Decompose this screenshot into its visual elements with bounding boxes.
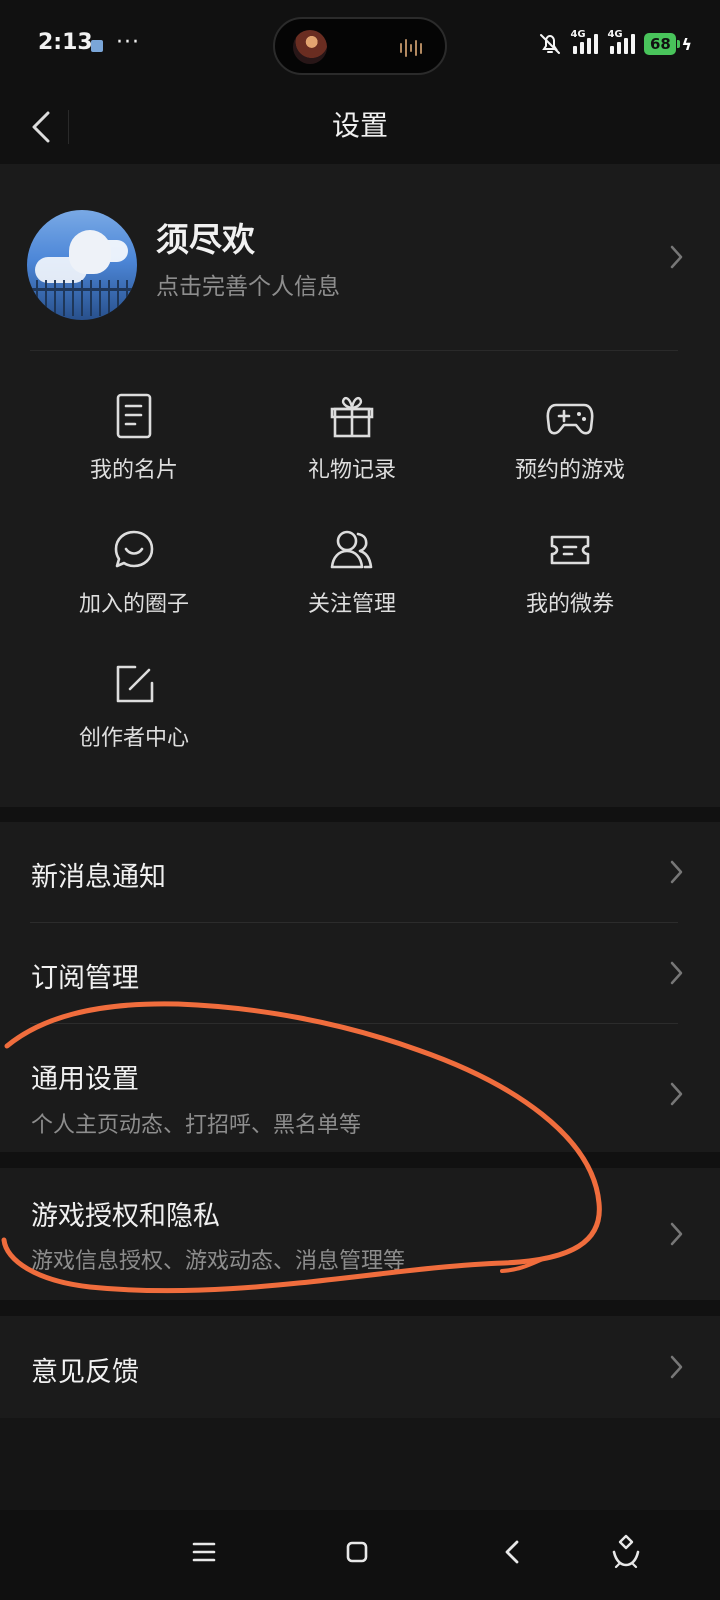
row-title: 意见反馈 <box>31 1357 139 1388</box>
row-subtitle: 个人主页动态、打招呼、黑名单等 <box>31 1113 362 1138</box>
shortcut-my-card[interactable]: 我的名片 <box>34 390 234 500</box>
feedback-panel: 意见反馈 <box>0 1316 720 1418</box>
row-title: 订阅管理 <box>31 963 139 994</box>
chevron-right-icon <box>670 860 683 884</box>
shortcut-grid: 我的名片 礼物记录 预约的游戏 加入的圈子 关注管理 我的微券 创作者中心 <box>28 390 692 770</box>
edit-square-icon <box>116 665 154 703</box>
general-settings-row[interactable]: 通用设置 个人主页动态、打招呼、黑名单等 <box>0 1024 720 1152</box>
chevron-right-icon <box>670 1082 683 1106</box>
chevron-right-icon <box>670 1222 683 1246</box>
row-subtitle: 游戏信息授权、游戏动态、消息管理等 <box>31 1249 406 1274</box>
battery-icon: 68 <box>644 33 681 55</box>
settings-panel: 新消息通知 订阅管理 通用设置 个人主页动态、打招呼、黑名单等 <box>0 822 720 1152</box>
subscription-management-row[interactable]: 订阅管理 <box>0 923 720 1023</box>
navigation-back-button[interactable] <box>489 1528 537 1576</box>
shortcut-gift-records[interactable]: 礼物记录 <box>252 390 452 500</box>
assistant-icon[interactable] <box>602 1528 650 1576</box>
ticket-icon <box>550 535 590 565</box>
menu-icon[interactable] <box>180 1528 228 1576</box>
signal-icon: 4G <box>607 29 637 56</box>
assistant-button[interactable] <box>602 1528 650 1576</box>
profile-panel: 须尽欢 点击完善个人信息 我的名片 礼物记录 预约的游戏 加入的圈子 关注管理 … <box>0 164 720 807</box>
shortcut-label: 礼物记录 <box>307 458 396 483</box>
avatar[interactable] <box>27 210 137 320</box>
status-time: 2:13 <box>38 30 93 55</box>
page-title: 设置 <box>331 109 388 142</box>
gamepad-icon <box>546 403 594 435</box>
more-notifications-icon: ··· <box>116 30 140 55</box>
row-title: 新消息通知 <box>31 862 166 893</box>
game-authorization-privacy-row[interactable]: 游戏授权和隐私 游戏信息授权、游戏动态、消息管理等 <box>0 1168 720 1300</box>
charging-icon: ϟ <box>681 34 692 54</box>
chevron-right-icon <box>670 961 683 985</box>
profile-subtitle: 点击完善个人信息 <box>156 274 340 300</box>
silent-bell-icon <box>537 32 563 56</box>
shortcut-label: 我的微券 <box>525 592 614 617</box>
row-title: 游戏授权和隐私 <box>31 1201 220 1232</box>
back-icon[interactable] <box>489 1528 537 1576</box>
chevron-right-icon <box>670 1355 683 1379</box>
shortcut-label: 预约的游戏 <box>514 458 625 483</box>
profile-row[interactable]: 须尽欢 点击完善个人信息 <box>0 164 720 349</box>
network-label-2: 4G <box>607 29 623 40</box>
menu-button[interactable] <box>180 1528 228 1576</box>
chat-bubble-icon <box>114 530 154 568</box>
now-playing-cover[interactable] <box>293 30 327 64</box>
shortcut-follow-management[interactable]: 关注管理 <box>252 524 452 634</box>
signal-icon: 4G <box>570 29 600 56</box>
new-message-notification-row[interactable]: 新消息通知 <box>0 822 720 922</box>
status-icons: 4G 4G 68 ϟ <box>537 29 692 59</box>
card-document-icon <box>116 393 152 439</box>
shortcut-joined-circles[interactable]: 加入的圈子 <box>34 524 234 634</box>
shortcut-label: 创作者中心 <box>78 726 189 751</box>
status-bar: 2:13 ··· 4G 4G 68 ϟ <box>0 0 720 92</box>
bottom-background <box>0 1418 720 1510</box>
page-header: 设置 <box>0 92 720 164</box>
profile-name: 须尽欢 <box>156 220 255 259</box>
users-icon <box>330 530 373 569</box>
network-label-1: 4G <box>570 29 586 40</box>
audio-wave-icon <box>400 38 428 58</box>
gift-icon <box>330 396 374 438</box>
app-notification-icon <box>91 40 103 52</box>
dynamic-island[interactable] <box>273 17 447 75</box>
chevron-right-icon <box>670 245 683 269</box>
shortcut-label: 我的名片 <box>89 458 178 483</box>
feedback-row[interactable]: 意见反馈 <box>0 1316 720 1418</box>
shortcut-reserved-games[interactable]: 预约的游戏 <box>470 390 670 500</box>
privacy-panel: 游戏授权和隐私 游戏信息授权、游戏动态、消息管理等 <box>0 1168 720 1300</box>
shortcut-label: 关注管理 <box>307 592 396 617</box>
shortcut-my-coupons[interactable]: 我的微券 <box>470 524 670 634</box>
shortcut-label: 加入的圈子 <box>78 592 189 617</box>
system-navigation-bar <box>0 1510 720 1600</box>
home-button[interactable] <box>333 1528 381 1576</box>
profile-divider <box>30 350 678 351</box>
home-square-icon[interactable] <box>333 1528 381 1576</box>
row-title: 通用设置 <box>31 1064 139 1095</box>
shortcut-creator-center[interactable]: 创作者中心 <box>34 658 234 768</box>
